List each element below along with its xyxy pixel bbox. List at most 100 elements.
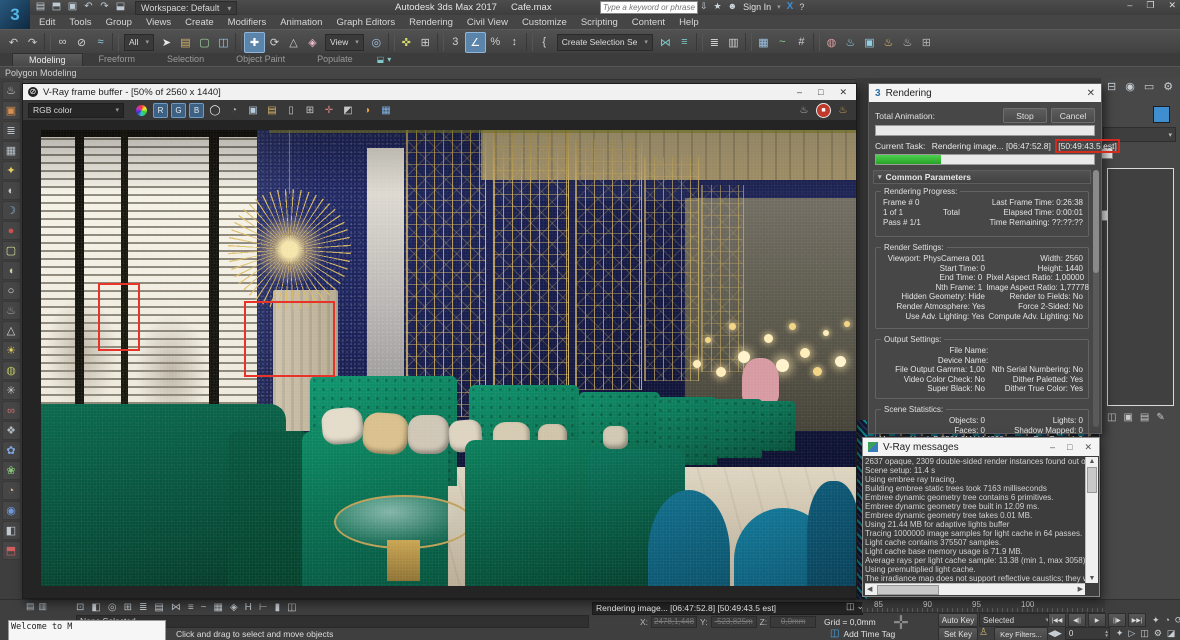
select-filter-dropdown[interactable]: All▾ [124,34,154,51]
teapot-gray-icon[interactable]: ♨ [2,301,21,320]
scroll-right-icon[interactable]: ▶ [1078,585,1083,593]
close-button[interactable]: ✕ [839,87,847,98]
grid-snap-icon[interactable]: ⊞ [124,602,132,613]
maxscript-mini-icon[interactable]: ▤ [26,601,35,612]
exposure-icon[interactable]: ◐ [2,181,21,200]
cp-button-2-icon[interactable]: ▣ [1123,412,1132,423]
select-region-icon[interactable]: ⬒ [2,541,21,560]
select-manipulate-icon[interactable]: ✜ [397,33,416,52]
listener-mini-icon[interactable]: ▥ [39,601,48,612]
h-icon[interactable]: H [245,602,252,613]
layer-manager-icon[interactable]: ≣ [705,33,724,52]
viewport-layout-icon[interactable]: ◪ [1167,628,1176,639]
character-key-icon[interactable]: ♙ [979,627,988,638]
named-sel-dropdown[interactable]: Create Selection Se▾ [557,34,653,51]
mutli-track-icon[interactable]: ◫ [1140,628,1149,639]
menu-help[interactable]: Help [672,17,706,28]
align-icon[interactable]: ≡ [675,33,694,52]
bars-icon[interactable]: ▮ [275,602,281,613]
diamond-icon[interactable]: ❖ [2,421,21,440]
auto-key-button[interactable]: Auto Key [938,613,978,627]
common-parameters-rollout[interactable]: ▾ Common Parameters [873,170,1091,184]
set-key-button[interactable]: Set Key [938,627,978,640]
play-button[interactable]: ▶ [1088,613,1106,627]
histogram-icon[interactable]: ▦ [378,102,394,118]
select-and-link-icon[interactable]: ∞ [53,33,72,52]
close-button[interactable]: ✕ [1168,0,1176,11]
alpha-channel-icon[interactable]: ◯ [207,102,223,118]
channel-select-dropdown[interactable]: RGB color ▾ [28,103,124,118]
placement-icon[interactable]: ◈ [303,33,322,52]
dialog-scrollbar[interactable] [1093,170,1099,427]
batch-render-icon[interactable]: ● [2,221,21,240]
menu-graph-editors[interactable]: Graph Editors [329,17,402,28]
menu-civil-view[interactable]: Civil View [460,17,515,28]
green-channel-button[interactable]: G [171,103,186,118]
exchange-icon[interactable]: X [787,1,794,12]
cp-button-3-icon[interactable]: ▤ [1140,412,1149,423]
add-time-tag[interactable]: ◫ Add Time Tag [830,628,895,639]
menu-tools[interactable]: Tools [62,17,98,28]
time-config-icon[interactable]: ◔ [1165,615,1170,626]
scroll-left-icon[interactable]: ◀ [867,585,872,593]
gear-icon[interactable]: ⚙ [1154,628,1162,639]
cone-icon[interactable]: △ [2,321,21,340]
play-selected-icon[interactable]: ▷ [1128,628,1135,639]
half-square-icon[interactable]: ◧ [2,521,21,540]
frame-step-icon[interactable]: ◀▶ [1048,628,1062,639]
environment-icon[interactable]: ☽ [2,201,21,220]
minimize-button[interactable]: – [1127,0,1132,11]
maxscript-mini-listener[interactable]: Welcome to M [8,620,166,640]
flower-blue-icon[interactable]: ✿ [2,441,21,460]
menu-modifiers[interactable]: Modifiers [221,17,274,28]
maximize-button[interactable]: ❐ [1146,0,1154,11]
render-last-icon[interactable]: ♨ [796,102,812,118]
minimize-button[interactable]: – [797,87,802,98]
mono-channel-icon[interactable]: ◔ [226,102,242,118]
redo-icon[interactable]: ↷ [23,33,42,52]
scale-icon[interactable]: △ [284,33,303,52]
render-teapot-icon[interactable]: ♨ [2,81,21,100]
menu-content[interactable]: Content [625,17,672,28]
maximize-button[interactable]: □ [1067,442,1072,453]
ribbon-config-dropdown[interactable]: ⬓▾ [377,53,392,66]
material-slot-icon[interactable]: ▢ [2,241,21,260]
menu-customize[interactable]: Customize [515,17,574,28]
tab-freeform[interactable]: Freeform [83,53,152,66]
favorites-star-icon[interactable]: ★ [714,1,722,12]
scroll-down-icon[interactable]: ▼ [1086,575,1098,582]
key-filters-button[interactable]: Key Filters... [994,627,1048,640]
horizontal-scrollbar[interactable]: ◀ ▶ [865,583,1085,595]
load-image-icon[interactable]: ▤ [264,102,280,118]
go-to-start-button[interactable]: |◀◀ [1048,613,1066,627]
maximize-button[interactable]: □ [818,87,823,98]
save-file-icon[interactable]: ▣ [66,1,79,12]
duplicate-to-host-icon[interactable]: ⊞ [302,102,318,118]
rect-selection-region-icon[interactable]: ▢ [195,33,214,52]
sphere-olive-icon[interactable]: ◍ [2,361,21,380]
snaps-toggle-icon[interactable]: 3 [446,33,465,52]
help-icon[interactable]: ? [799,2,804,12]
z-coordinate-field[interactable]: 0,0mm [770,616,816,628]
vray-messages-title-bar[interactable]: V-Ray messages – □ ✕ [863,438,1099,456]
selection-lock-icon[interactable]: ◧ [91,602,100,613]
red-channel-button[interactable]: R [153,103,168,118]
save-image-icon[interactable]: ▣ [245,102,261,118]
tab-selection[interactable]: Selection [151,53,220,66]
new-scene-icon[interactable]: ▤ [34,1,47,12]
angle-snap-icon[interactable]: ∠ [465,32,486,53]
key-mode-icon[interactable]: ✦ [1152,615,1160,626]
material-editor-icon[interactable]: ◍ [822,33,841,52]
curve-small-icon[interactable]: ~ [201,602,207,613]
isolate-toggle-icon[interactable]: ⊡ [76,602,84,613]
scene-explorer-icon[interactable]: ▥ [724,33,743,52]
search-input[interactable] [600,1,698,14]
select-object-icon[interactable]: ➤ [157,33,176,52]
loop-icon[interactable]: ⟳ [1175,615,1180,626]
grid-panel-icon[interactable]: ▦ [2,141,21,160]
render-production-icon[interactable]: ♨ [879,33,898,52]
ribbon-caret-icon[interactable]: ▾ [387,55,391,64]
color-swatch[interactable] [1153,106,1170,123]
clear-image-icon[interactable]: ▯ [283,102,299,118]
select-by-name-icon[interactable]: ▤ [176,33,195,52]
